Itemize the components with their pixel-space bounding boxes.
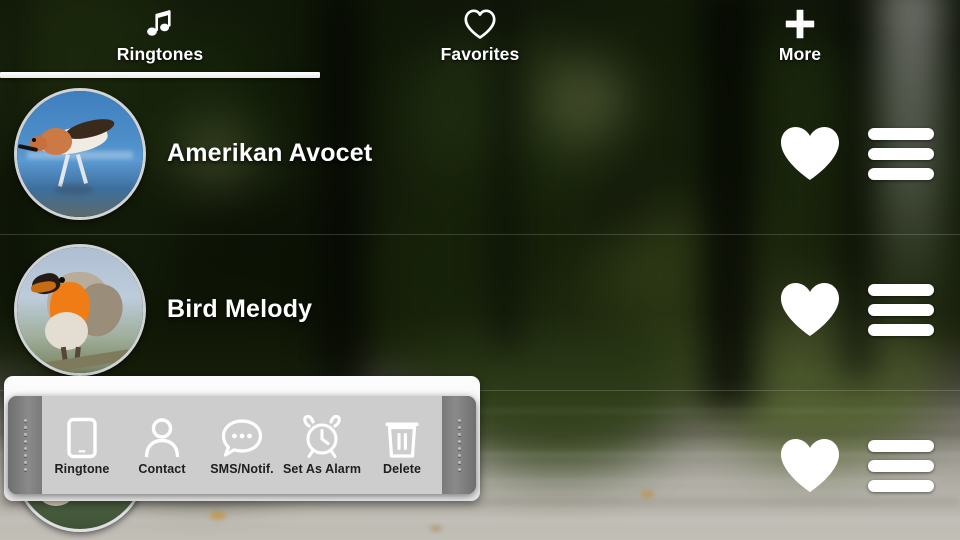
menu-bar <box>868 167 934 180</box>
list-item-actions <box>778 281 934 339</box>
heart-outline-icon <box>463 4 497 44</box>
tab-ringtones[interactable]: Ringtones <box>0 0 320 79</box>
context-action-label: Contact <box>138 461 186 476</box>
plus-icon <box>783 4 817 44</box>
active-tab-indicator <box>0 72 320 78</box>
alarm-clock-icon <box>300 414 344 459</box>
avatar <box>14 87 146 220</box>
list-item[interactable]: Bird Melody <box>0 235 960 384</box>
heart-filled-icon[interactable] <box>778 125 842 183</box>
heart-filled-icon[interactable] <box>778 281 842 339</box>
hamburger-menu-icon[interactable] <box>868 439 934 492</box>
tab-bar: Ringtones Favorites More <box>0 0 960 79</box>
menu-bar <box>868 439 934 452</box>
menu-bar <box>868 479 934 492</box>
drag-handle-left[interactable] <box>8 396 42 494</box>
menu-bar <box>868 459 934 472</box>
menu-bar <box>868 127 934 140</box>
tab-more-label: More <box>778 44 822 64</box>
speech-bubble-icon <box>220 415 264 459</box>
heart-filled-icon[interactable] <box>778 437 842 495</box>
list-item[interactable]: Amerikan Avocet <box>0 79 960 228</box>
list-item-title: Bird Melody <box>167 295 313 323</box>
context-action-sms[interactable]: SMS/Notif. <box>202 396 282 494</box>
avatar <box>14 243 146 376</box>
context-action-label: Delete <box>382 461 422 476</box>
drag-handle-right[interactable] <box>442 396 476 494</box>
robin-photo <box>17 246 143 373</box>
context-action-label: Ringtone <box>54 461 110 476</box>
context-action-delete[interactable]: Delete <box>362 396 442 494</box>
music-note-icon <box>143 4 177 44</box>
menu-bar <box>868 283 934 296</box>
tab-ringtones-label: Ringtones <box>116 44 204 64</box>
menu-bar <box>868 147 934 160</box>
context-action-label: Set As Alarm <box>282 461 362 476</box>
phone-icon <box>65 415 99 459</box>
tab-more[interactable]: More <box>640 0 960 79</box>
context-action-ringtone[interactable]: Ringtone <box>42 396 122 494</box>
person-icon <box>142 415 182 459</box>
tab-favorites-label: Favorites <box>440 44 520 64</box>
list-item-actions <box>778 125 934 183</box>
hamburger-menu-icon[interactable] <box>868 283 934 336</box>
context-menu-items: Ringtone Contact SMS/Notif. Set As Alarm… <box>42 396 442 494</box>
menu-bar <box>868 323 934 336</box>
list-item-actions <box>778 437 934 495</box>
trash-icon <box>383 415 421 459</box>
tab-favorites[interactable]: Favorites <box>320 0 640 79</box>
american-avocet-photo <box>17 90 143 217</box>
list-item-title: Amerikan Avocet <box>167 139 373 167</box>
context-action-contact[interactable]: Contact <box>122 396 202 494</box>
hamburger-menu-icon[interactable] <box>868 127 934 180</box>
context-action-label: SMS/Notif. <box>210 461 274 476</box>
context-action-set-as-alarm[interactable]: Set As Alarm <box>282 396 362 494</box>
menu-bar <box>868 303 934 316</box>
context-menu: Ringtone Contact SMS/Notif. Set As Alarm… <box>8 396 476 494</box>
